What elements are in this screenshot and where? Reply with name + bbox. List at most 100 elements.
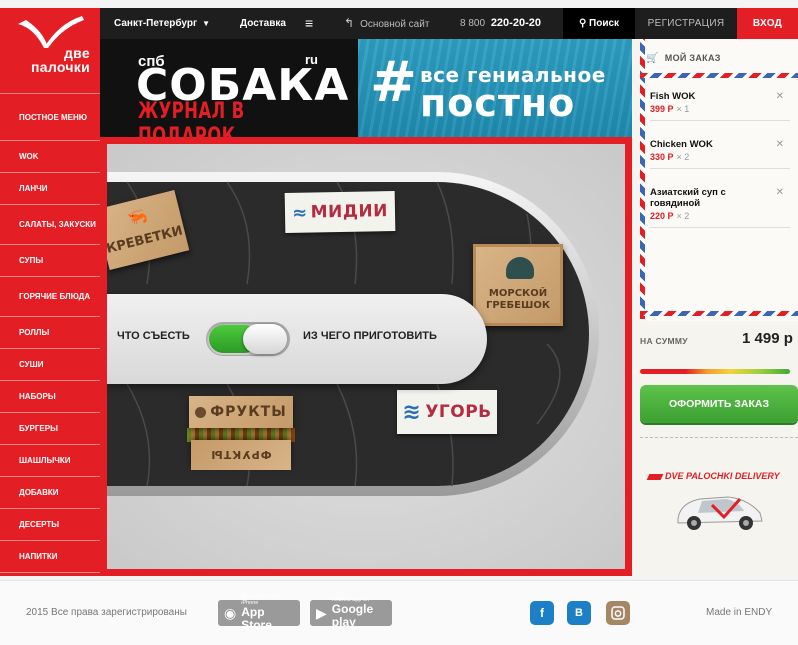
- crate-frukty-label: ФРУКТЫ: [210, 404, 287, 420]
- fruit-icon: [195, 406, 207, 418]
- toggle-label-cook[interactable]: ИЗ ЧЕГО ПРИГОТОВИТЬ: [303, 330, 437, 342]
- banner-postno[interactable]: # все гениальное постно: [358, 39, 632, 137]
- order-sum-label: НА СУММУ: [640, 336, 688, 346]
- order-divider: [640, 437, 798, 438]
- sidebar: две палочки ПОСТНОЕ МЕНЮ WOK ЛАНЧИ САЛАТ…: [0, 8, 100, 576]
- receipt-stripe-top: [640, 73, 798, 78]
- order-title: 🛒 МОЙ ЗАКАЗ: [646, 53, 721, 64]
- app-store-label: App Store: [241, 605, 272, 632]
- city-label: Санкт-Петербург: [114, 18, 198, 29]
- crate-frukty[interactable]: ФРУКТЫ: [189, 396, 293, 428]
- app-store-button[interactable]: ◉ Available on the iPhone App Store: [218, 594, 300, 632]
- remove-item-icon[interactable]: ✕: [776, 139, 784, 150]
- hamburger-icon[interactable]: ≡: [305, 8, 313, 39]
- main-site-label: Основной сайт: [360, 19, 430, 30]
- toggle-knob[interactable]: [243, 324, 287, 354]
- logo[interactable]: две палочки: [0, 8, 100, 91]
- order-receipt: [640, 39, 798, 321]
- order-progress-bar: [640, 369, 790, 374]
- crate-grebeshok[interactable]: МОРСКОЙ ГРЕБЕШОК: [473, 244, 563, 326]
- remove-item-icon[interactable]: ✕: [776, 91, 784, 102]
- conveyor-section: 🦐 КРЕВЕТКИ ≈ МИДИИ МОРСКОЙ ГРЕБЕШОК ≋ УГО…: [100, 137, 632, 576]
- order-sum-value: 1 499 р: [742, 330, 793, 347]
- vk-icon[interactable]: B: [567, 601, 591, 625]
- page: две палочки ПОСТНОЕ МЕНЮ WOK ЛАНЧИ САЛАТ…: [0, 0, 798, 645]
- search-icon: ⚲: [578, 18, 587, 29]
- google-play-button[interactable]: ▶ Android app on Google play: [310, 597, 392, 629]
- sidebar-item-sushi[interactable]: СУШИ: [0, 349, 100, 381]
- city-selector[interactable]: Санкт-Петербург ▼: [114, 8, 210, 39]
- sidebar-item-wok[interactable]: WOK: [0, 141, 100, 173]
- main-site-link[interactable]: ↰ Основной сайт: [344, 8, 429, 39]
- sidebar-item-shashlychki[interactable]: ШАШЛЫЧКИ: [0, 445, 100, 477]
- wave-icon: ≋: [402, 399, 422, 425]
- conveyor-stage: 🦐 КРЕВЕТКИ ≈ МИДИИ МОРСКОЙ ГРЕБЕШОК ≋ УГО…: [107, 144, 625, 569]
- delivery-car-icon: [677, 496, 763, 530]
- shrimp-icon: 🦐: [125, 205, 150, 229]
- scallop-icon: [506, 257, 534, 279]
- wave-icon: ≈: [291, 202, 308, 224]
- sidebar-nav: ПОСТНОЕ МЕНЮ WOK ЛАНЧИ САЛАТЫ, ЗАКУСКИ С…: [0, 93, 100, 573]
- phone-main: 220-20-20: [490, 17, 541, 29]
- order-item-name: Chicken WOK: [650, 139, 713, 150]
- receipt-border: [640, 39, 645, 319]
- sidebar-item-postnoe[interactable]: ПОСТНОЕ МЕНЮ: [0, 93, 100, 141]
- crate-ugor[interactable]: ≋ УГОРЬ: [397, 390, 497, 434]
- crate-ugor-label: УГОРЬ: [425, 402, 492, 422]
- logo-text: две палочки: [31, 46, 90, 74]
- order-item-price: 220 Р: [650, 211, 674, 221]
- remove-item-icon[interactable]: ✕: [776, 187, 784, 198]
- back-arrow-icon: ↰: [344, 16, 355, 30]
- toggle-label-eat[interactable]: ЧТО СЪЕСТЬ: [117, 330, 190, 342]
- sidebar-item-salaty[interactable]: САЛАТЫ, ЗАКУСКИ: [0, 205, 100, 245]
- crate-frukty-bottom: ФРУКТЫ: [191, 440, 291, 470]
- speed-bar-icon: [646, 473, 664, 480]
- order-item: Азиатский суп с говядиной 220 Р × 2 ✕: [650, 187, 790, 228]
- crate-krevetki-label: КРЕВЕТКИ: [107, 222, 185, 257]
- sidebar-item-dobavki[interactable]: ДОБАВКИ: [0, 477, 100, 509]
- register-button[interactable]: РЕГИСТРАЦИЯ: [635, 8, 737, 39]
- footer: 2015 Все права зарегистрированы ◉ Availa…: [0, 580, 798, 645]
- facebook-icon[interactable]: f: [530, 601, 554, 625]
- sidebar-item-deserty[interactable]: ДЕСЕРТЫ: [0, 509, 100, 541]
- search-button[interactable]: ⚲ Поиск: [563, 8, 635, 39]
- crate-midii[interactable]: ≈ МИДИИ: [284, 191, 396, 233]
- sidebar-item-goryachie[interactable]: ГОРЯЧИЕ БЛЮДА: [0, 277, 100, 317]
- sidebar-item-lanchi[interactable]: ЛАНЧИ: [0, 173, 100, 205]
- crate-frukty-bottom-label: ФРУКТЫ: [210, 448, 272, 462]
- crate-grebeshok-line2: ГРЕБЕШОК: [485, 300, 550, 311]
- instagram-icon[interactable]: [606, 601, 630, 625]
- order-item-qty: × 2: [676, 211, 690, 221]
- banner-postno-hash: #: [370, 50, 417, 115]
- sidebar-item-burgery[interactable]: БУРГЕРЫ: [0, 413, 100, 445]
- sidebar-item-rolly[interactable]: РОЛЛЫ: [0, 317, 100, 349]
- sidebar-item-napitki[interactable]: НАПИТКИ: [0, 541, 100, 573]
- google-play-label: Google play: [331, 602, 374, 629]
- login-button[interactable]: ВХОД: [737, 8, 798, 39]
- cart-icon: 🛒: [646, 53, 659, 64]
- logo-line2: палочки: [31, 59, 90, 75]
- order-item-qty: × 1: [676, 104, 690, 114]
- order-item: Fish WOK 399 Р × 1 ✕: [650, 91, 790, 121]
- order-panel: 🛒 МОЙ ЗАКАЗ Fish WOK 399 Р × 1 ✕ Chicken W…: [632, 39, 798, 576]
- mode-toggle[interactable]: [206, 322, 290, 356]
- copyright-text: 2015 Все права зарегистрированы: [26, 607, 187, 618]
- banner-postno-line2: постно: [420, 81, 576, 125]
- receipt-stripe-bottom: [640, 311, 798, 316]
- banner-sobaka-gift: ЖУРНАЛ В ПОДАРОК: [138, 99, 245, 137]
- delivery-link[interactable]: Доставка: [240, 8, 286, 39]
- banner-sobaka-ru: ru: [305, 52, 318, 67]
- sidebar-item-nabory[interactable]: НАБОРЫ: [0, 381, 100, 413]
- sidebar-item-supy[interactable]: СУПЫ: [0, 245, 100, 277]
- banner-sobaka[interactable]: спб СОБАКА ru ЖУРНАЛ В ПОДАРОК: [100, 39, 358, 137]
- order-title-text: МОЙ ЗАКАЗ: [664, 53, 721, 63]
- crate-midii-label: МИДИИ: [310, 201, 389, 223]
- play-icon: ▶: [316, 604, 327, 621]
- checkout-button[interactable]: ОФОРМИТЬ ЗАКАЗ: [640, 385, 798, 423]
- delivery-logo-text: DVE PALOCHKI DELIVERY: [665, 471, 780, 481]
- logo-line1: две: [64, 45, 90, 61]
- search-label: Поиск: [589, 18, 620, 29]
- phone-prefix: 8 800: [460, 18, 486, 29]
- phone-number[interactable]: 8 800 220-20-20: [460, 8, 541, 39]
- order-item-name: Fish WOK: [650, 91, 696, 102]
